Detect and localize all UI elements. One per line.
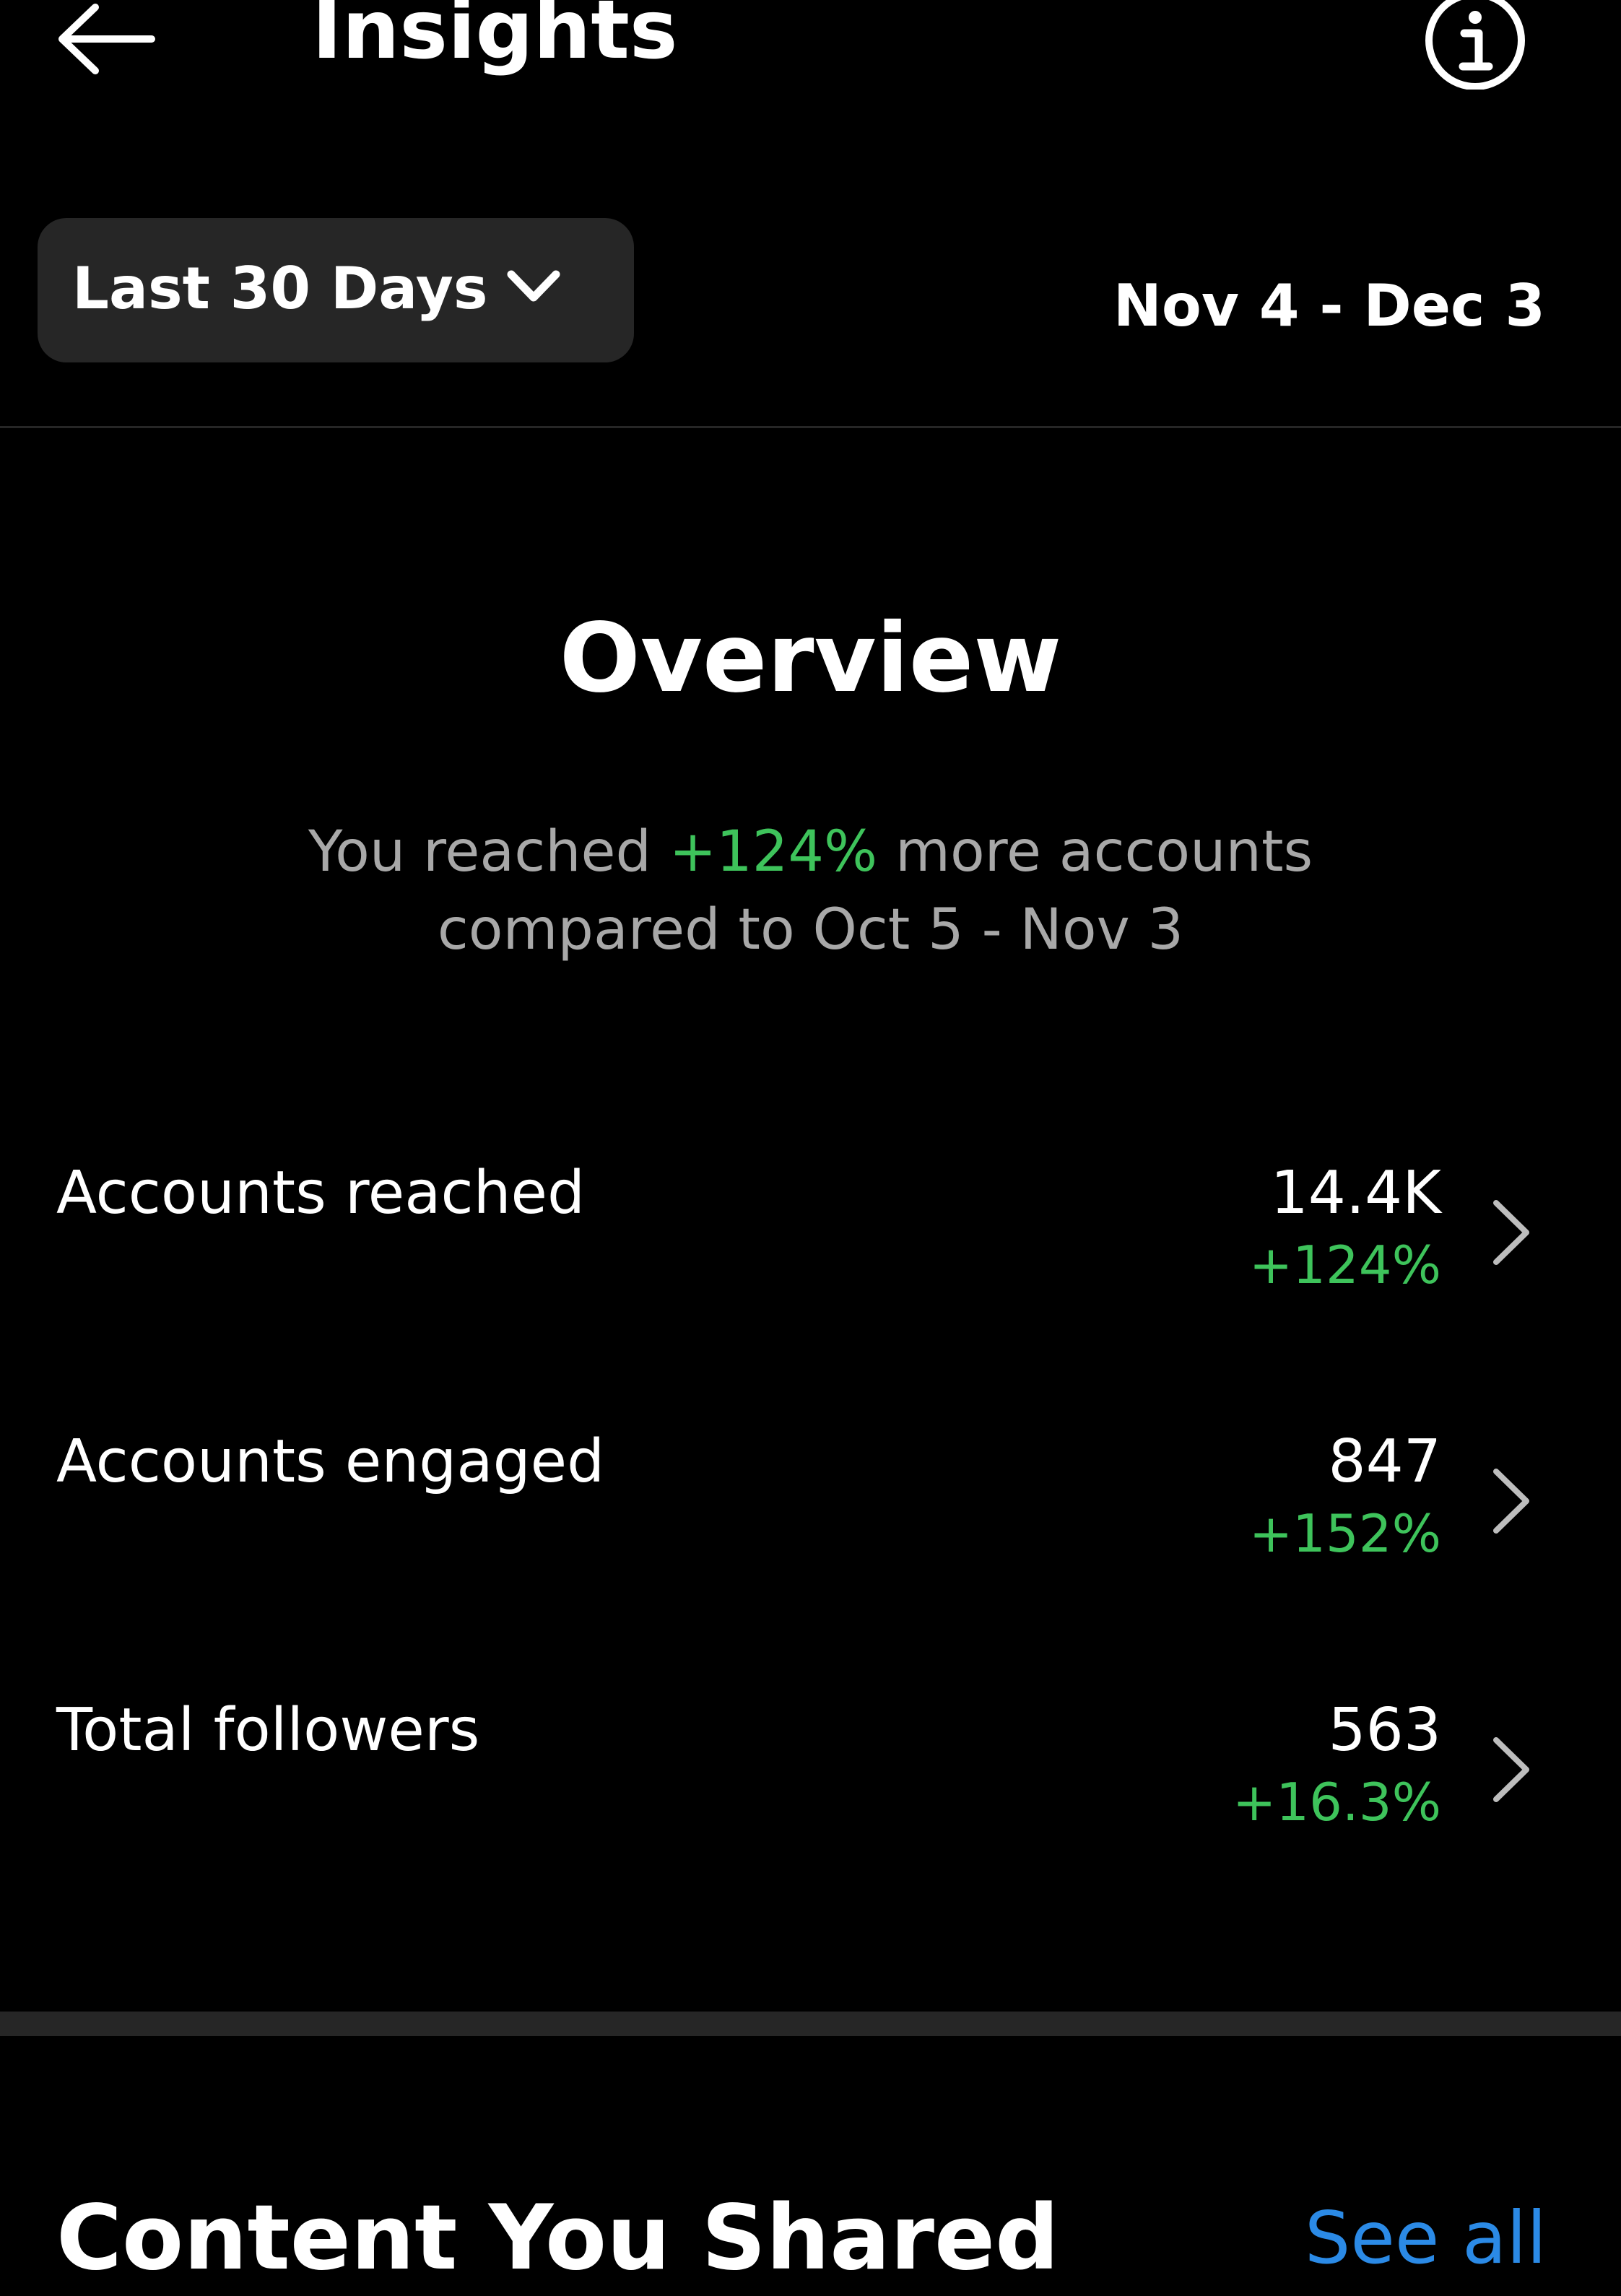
metric-change: +124% <box>1248 1235 1441 1295</box>
summary-prefix: You reached <box>308 819 669 884</box>
metric-value: 847 <box>1328 1427 1441 1496</box>
back-button[interactable] <box>51 0 166 79</box>
metric-row-accounts-reached[interactable]: Accounts reached 14.4K +124% <box>0 1154 1621 1370</box>
metric-label: Total followers <box>56 1696 480 1765</box>
chevron-right-icon <box>1486 1461 1537 1541</box>
overview-title: Overview <box>559 603 1062 714</box>
section-divider <box>0 2012 1621 2036</box>
metric-row-accounts-engaged[interactable]: Accounts engaged 847 +152% <box>0 1422 1621 1639</box>
divider <box>0 426 1621 428</box>
content-section-title: Content You Shared <box>56 2186 1059 2290</box>
metric-change: +152% <box>1248 1503 1441 1564</box>
date-range-dropdown-label: Last 30 Days <box>72 255 488 322</box>
summary-suffix: more accounts <box>877 819 1313 884</box>
date-range-text: Nov 4 - Dec 3 <box>1113 272 1545 339</box>
metric-label: Accounts reached <box>56 1159 586 1227</box>
overview-summary: You reached +124% more accounts compared… <box>0 813 1621 969</box>
metric-value: 14.4K <box>1270 1159 1441 1227</box>
info-icon <box>1425 0 1525 90</box>
metric-value: 563 <box>1328 1696 1441 1765</box>
summary-highlight: +124% <box>669 819 878 884</box>
metric-row-total-followers[interactable]: Total followers 563 +16.3% <box>0 1691 1621 1908</box>
chevron-right-icon <box>1486 1193 1537 1272</box>
chevron-down-icon <box>505 266 562 309</box>
metric-change: +16.3% <box>1232 1772 1441 1832</box>
chevron-right-icon <box>1486 1730 1537 1809</box>
page-title: Insights <box>312 0 678 77</box>
info-button[interactable] <box>1422 0 1528 90</box>
summary-comparison: compared to Oct 5 - Nov 3 <box>437 897 1184 962</box>
arrow-left-icon <box>58 4 155 74</box>
see-all-link[interactable]: See all <box>1227 2188 1547 2289</box>
metric-label: Accounts engaged <box>56 1427 605 1496</box>
